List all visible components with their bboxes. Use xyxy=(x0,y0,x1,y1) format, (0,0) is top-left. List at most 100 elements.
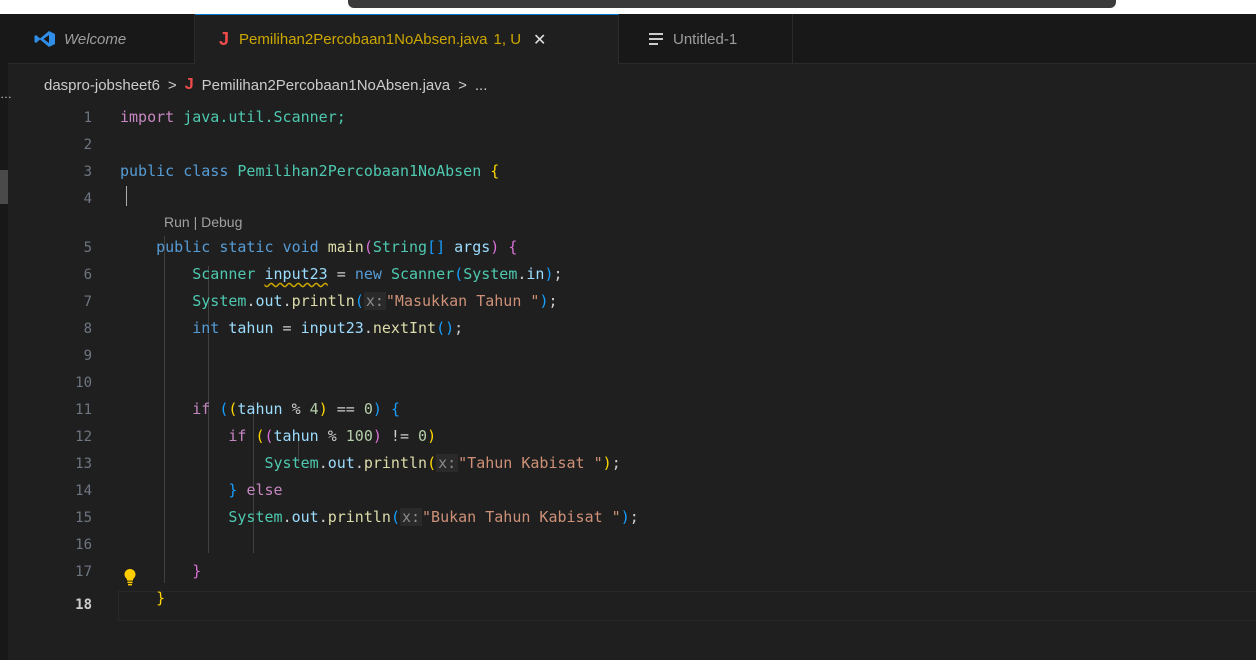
token: out xyxy=(327,454,355,472)
token: new xyxy=(354,265,382,283)
token: int xyxy=(192,319,220,337)
token: println xyxy=(327,508,391,526)
breadcrumb-separator: > xyxy=(458,76,467,94)
token: Scanner xyxy=(192,265,256,283)
codelens-divider: | xyxy=(193,214,198,230)
code-line: System.out.println(x: "Tahun Kabisat "); xyxy=(264,454,621,472)
token: static xyxy=(219,238,274,256)
tab-label: Pemilihan2Percobaan1NoAbsen.java xyxy=(239,31,488,48)
token: import xyxy=(120,108,175,126)
token: tahun xyxy=(237,400,283,418)
editor-tab-bar: Welcome J Pemilihan2Percobaan1NoAbsen.ja… xyxy=(8,14,1256,64)
line-number: 1 xyxy=(83,110,92,126)
line-number: 17 xyxy=(75,564,92,580)
token: tahun xyxy=(273,427,319,445)
line-number: 13 xyxy=(75,456,92,472)
code-line: int tahun = input23.nextInt(); xyxy=(192,319,464,337)
command-center[interactable] xyxy=(348,0,1116,8)
token: "Tahun Kabisat " xyxy=(458,454,603,472)
more-icon[interactable]: … xyxy=(0,88,12,100)
code-line: Scanner input23 = new Scanner(System.in)… xyxy=(192,265,563,283)
line-number: 18 xyxy=(75,597,92,613)
inlay-hint: x: xyxy=(399,508,423,526)
java-icon: J xyxy=(219,29,230,49)
token: input23 xyxy=(300,319,364,337)
code-line: System.out.println(x: "Masukkan Tahun "); xyxy=(192,292,558,310)
token: System xyxy=(228,508,283,526)
token: java.util.Scanner; xyxy=(183,108,346,126)
token: if xyxy=(228,427,247,445)
token: if xyxy=(192,400,211,418)
token: main xyxy=(327,238,364,256)
code-line: public static void main(String[] args) { xyxy=(156,238,518,256)
line-number: 10 xyxy=(75,375,92,391)
breadcrumb-symbol[interactable]: ... xyxy=(475,77,488,94)
tab-welcome[interactable]: Welcome xyxy=(8,14,195,64)
token: 0 xyxy=(418,427,428,445)
line-number: 5 xyxy=(83,240,92,256)
activity-indicator xyxy=(0,170,8,204)
line-number: 14 xyxy=(75,483,92,499)
tab-java-file[interactable]: J Pemilihan2Percobaan1NoAbsen.java 1, U … xyxy=(195,14,619,64)
token: System xyxy=(463,265,518,283)
line-number: 8 xyxy=(83,321,92,337)
line-number: 6 xyxy=(83,267,92,283)
token: 4 xyxy=(309,400,319,418)
token: else xyxy=(246,481,283,499)
line-number: 11 xyxy=(75,402,92,418)
indent-guide xyxy=(253,402,254,553)
debug-codelens[interactable]: Debug xyxy=(201,214,242,230)
inlay-hint: x: xyxy=(436,454,459,472)
token: Pemilihan2Percobaan1NoAbsen xyxy=(237,162,482,180)
line-number: 2 xyxy=(83,137,92,153)
tab-label: Untitled-1 xyxy=(673,30,738,48)
codelens: Run | Debug xyxy=(164,214,242,230)
token: "Masukkan Tahun " xyxy=(385,292,540,310)
breadcrumb-separator: > xyxy=(167,76,177,94)
token: System xyxy=(192,292,247,310)
text-cursor xyxy=(126,186,127,206)
breadcrumb: daspro-jobsheet6 > J Pemilihan2Percobaan… xyxy=(44,73,487,97)
token: args xyxy=(454,238,491,256)
current-line-highlight xyxy=(118,591,1256,621)
token: 100 xyxy=(345,427,373,445)
code-line: import java.util.Scanner; xyxy=(120,108,346,126)
code-line: } xyxy=(156,589,166,607)
breadcrumb-file[interactable]: Pemilihan2Percobaan1NoAbsen.java xyxy=(202,77,451,94)
activity-bar: … xyxy=(0,14,12,660)
token: Scanner xyxy=(390,265,455,283)
breadcrumb-folder[interactable]: daspro-jobsheet6 xyxy=(44,77,160,94)
code-line: } else xyxy=(228,481,283,499)
token: public xyxy=(156,238,211,256)
line-number: 12 xyxy=(75,429,92,445)
line-number: 9 xyxy=(83,348,92,364)
warning-token[interactable]: input23 xyxy=(265,265,328,283)
run-codelens[interactable]: Run xyxy=(164,214,190,230)
token: void xyxy=(282,238,319,256)
token: 0 xyxy=(363,400,373,418)
java-icon: J xyxy=(184,76,194,93)
code-editor[interactable]: 1 2 3 4 5 6 7 8 9 10 11 12 13 14 15 16 1… xyxy=(8,100,1256,660)
lines-icon xyxy=(649,33,663,45)
tab-untitled[interactable]: Untitled-1 xyxy=(619,14,793,64)
tab-status-badge: 1, U xyxy=(493,31,522,48)
inlay-hint: x: xyxy=(363,292,386,310)
line-number: 15 xyxy=(75,510,92,526)
line-number: 16 xyxy=(75,537,92,553)
token: in xyxy=(526,265,545,283)
token: public xyxy=(120,162,175,180)
tab-label: Welcome xyxy=(64,30,127,48)
token: System xyxy=(264,454,319,472)
token: "Bukan Tahun Kabisat " xyxy=(422,508,621,526)
token: tahun xyxy=(228,319,274,337)
vscode-icon xyxy=(34,31,55,47)
close-icon[interactable]: ✕ xyxy=(533,30,546,50)
lightbulb-icon[interactable] xyxy=(123,568,137,586)
line-number: 4 xyxy=(83,191,92,207)
indent-guide xyxy=(208,402,209,553)
code-line: System.out.println(x: "Bukan Tahun Kabisa… xyxy=(228,508,639,526)
line-number: 3 xyxy=(83,164,92,180)
code-line: if ((tahun % 100) != 0) xyxy=(228,427,437,445)
token: String xyxy=(372,238,428,256)
code-line: if ((tahun % 4) == 0) { xyxy=(192,400,400,418)
